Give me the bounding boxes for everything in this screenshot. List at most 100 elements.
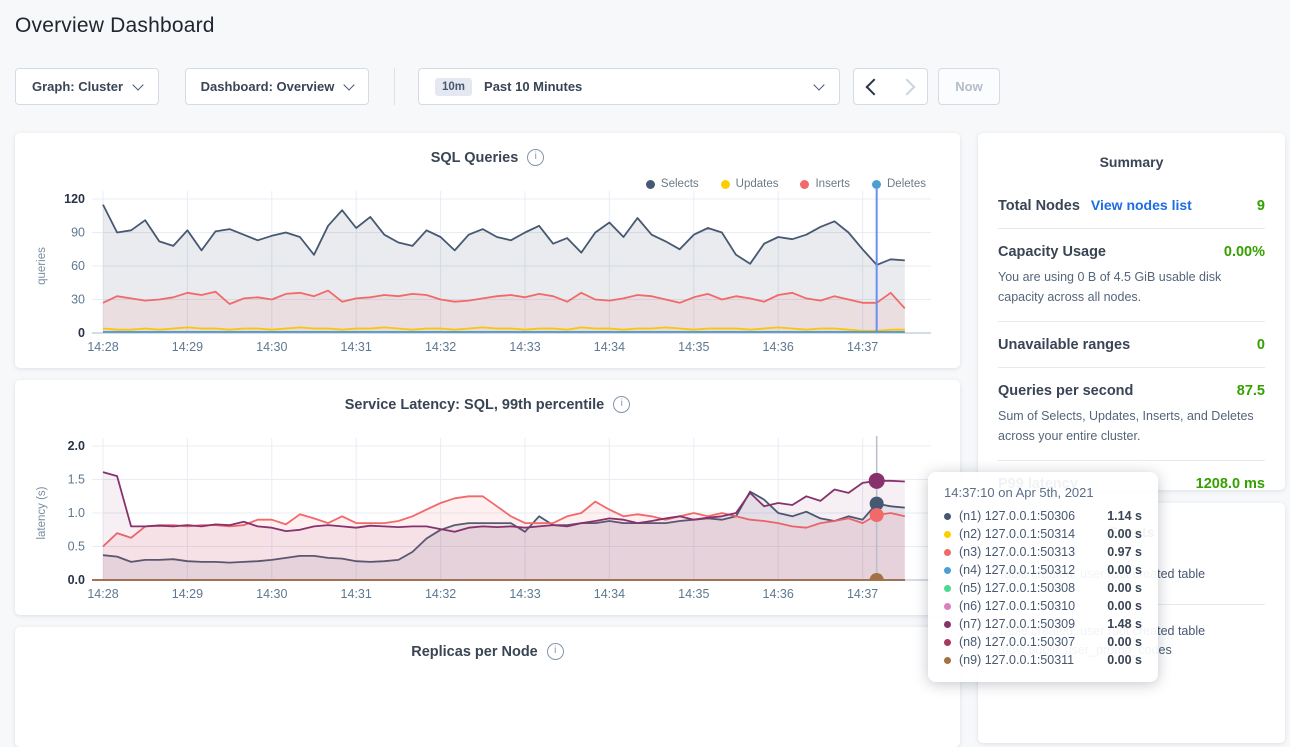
time-range-selector[interactable]: 10m Past 10 Minutes — [418, 68, 840, 105]
svg-text:2.0: 2.0 — [68, 439, 85, 453]
service-latency-title: Service Latency: SQL, 99th percentile i — [15, 396, 960, 413]
page-title: Overview Dashboard — [15, 14, 215, 38]
summary-row-unavailable-ranges: Unavailable ranges 0 — [998, 321, 1265, 367]
tooltip-node-label: (n3) 127.0.0.1:50313 — [959, 545, 1099, 559]
summary-card: Summary Total Nodes View nodes list 9 Ca… — [978, 133, 1285, 490]
svg-text:14:28: 14:28 — [87, 587, 118, 601]
tooltip-timestamp: 14:37:10 on Apr 5th, 2021 — [944, 485, 1142, 500]
sql-queries-panel: 030609012014:2814:2914:3014:3114:3214:33… — [15, 133, 960, 368]
info-icon[interactable]: i — [527, 149, 544, 166]
y-axis-title: latency (s) — [36, 486, 48, 539]
summary-value: 0.00% — [1224, 244, 1265, 260]
dashboard-dropdown[interactable]: Dashboard: Overview — [185, 68, 369, 105]
tooltip-node-row: (n7) 127.0.0.1:50309 1.48 s — [944, 615, 1142, 633]
summary-value: 87.5 — [1237, 383, 1265, 399]
time-next-button[interactable] — [890, 68, 928, 105]
tooltip-node-label: (n9) 127.0.0.1:50311 — [959, 653, 1099, 667]
svg-text:1.0: 1.0 — [68, 506, 85, 520]
svg-text:14:36: 14:36 — [763, 340, 794, 354]
legend-color-dot — [646, 180, 655, 189]
tooltip-node-row: (n5) 127.0.0.1:50308 0.00 s — [944, 579, 1142, 597]
tooltip-node-row: (n3) 127.0.0.1:50313 0.97 s — [944, 543, 1142, 561]
summary-value: 9 — [1257, 198, 1265, 214]
info-icon[interactable]: i — [547, 643, 564, 660]
y-axis-title: queries — [36, 247, 48, 285]
svg-text:14:28: 14:28 — [87, 340, 118, 354]
tooltip-node-label: (n7) 127.0.0.1:50309 — [959, 617, 1099, 631]
svg-text:14:35: 14:35 — [678, 587, 709, 601]
tooltip-node-label: (n4) 127.0.0.1:50312 — [959, 563, 1099, 577]
summary-label: Queries per second — [998, 383, 1133, 399]
toolbar-divider — [394, 68, 395, 105]
svg-text:0: 0 — [78, 326, 85, 340]
sql-queries-chart[interactable]: 030609012014:2814:2914:3014:3114:3214:33… — [15, 133, 960, 368]
svg-text:14:37: 14:37 — [847, 587, 878, 601]
tooltip-node-row: (n8) 127.0.0.1:503070.00 s — [944, 633, 1142, 651]
chart-title-text: SQL Queries — [431, 150, 519, 166]
legend-color-dot — [721, 180, 730, 189]
tooltip-node-value: 0.00 s — [1107, 581, 1142, 595]
service-latency-chart[interactable]: 0.00.51.01.52.014:2814:2914:3014:3114:32… — [15, 380, 960, 615]
sql-queries-legend: Selects Updates Inserts Deletes — [646, 178, 926, 190]
replicas-per-node-title: Replicas per Node i — [15, 643, 960, 660]
svg-text:14:36: 14:36 — [763, 587, 794, 601]
legend-item-deletes[interactable]: Deletes — [872, 178, 926, 190]
summary-title: Summary — [978, 133, 1285, 170]
hover-point-dot — [869, 473, 885, 489]
summary-description: You are using 0 B of 4.5 GiB usable disk… — [998, 267, 1265, 307]
tooltip-node-value: 1.14 s — [1107, 509, 1142, 523]
svg-text:14:35: 14:35 — [678, 340, 709, 354]
legend-item-inserts[interactable]: Inserts — [800, 178, 850, 190]
svg-text:14:34: 14:34 — [594, 587, 625, 601]
svg-text:60: 60 — [71, 259, 85, 273]
time-prev-button[interactable] — [853, 68, 891, 105]
svg-text:14:29: 14:29 — [172, 340, 203, 354]
chevron-down-icon — [132, 79, 143, 90]
info-icon[interactable]: i — [613, 396, 630, 413]
tooltip-node-value: 1.48 s — [1107, 617, 1142, 631]
chevron-left-icon — [866, 78, 883, 95]
svg-text:14:30: 14:30 — [256, 587, 287, 601]
legend-item-selects[interactable]: Selects — [646, 178, 699, 190]
graph-dropdown[interactable]: Graph: Cluster — [15, 68, 159, 105]
summary-value: 1208.0 ms — [1196, 476, 1265, 492]
summary-row-capacity-usage: Capacity Usage 0.00% You are using 0 B o… — [998, 228, 1265, 321]
svg-text:14:37: 14:37 — [847, 340, 878, 354]
tooltip-node-value: 0.00 s — [1107, 527, 1142, 541]
hover-point-dot — [870, 573, 884, 587]
now-button[interactable]: Now — [938, 68, 1000, 105]
svg-text:14:31: 14:31 — [341, 587, 372, 601]
tooltip-node-label: (n5) 127.0.0.1:50308 — [959, 581, 1099, 595]
series-color-dot — [944, 639, 951, 646]
series-color-dot — [944, 567, 951, 574]
summary-description: Sum of Selects, Updates, Inserts, and De… — [998, 406, 1265, 446]
summary-row-total-nodes: Total Nodes View nodes list 9 — [998, 182, 1265, 228]
chevron-right-icon — [898, 78, 915, 95]
view-nodes-list-link[interactable]: View nodes list — [1091, 197, 1192, 213]
hover-point-dot — [870, 508, 884, 522]
svg-text:1.5: 1.5 — [68, 473, 85, 487]
summary-row-queries-per-second: Queries per second 87.5 Sum of Selects, … — [998, 367, 1265, 460]
series-color-dot — [944, 621, 951, 628]
svg-text:14:29: 14:29 — [172, 587, 203, 601]
series-color-dot — [944, 513, 951, 520]
summary-label: Unavailable ranges — [998, 337, 1130, 353]
tooltip-node-label: (n6) 127.0.0.1:50310 — [959, 599, 1099, 613]
svg-text:14:33: 14:33 — [509, 340, 540, 354]
svg-text:0.0: 0.0 — [68, 573, 85, 587]
dashboard-dropdown-label: Dashboard: Overview — [201, 79, 335, 94]
svg-text:14:31: 14:31 — [341, 340, 372, 354]
tooltip-node-label: (n1) 127.0.0.1:50306 — [959, 509, 1099, 523]
legend-item-updates[interactable]: Updates — [721, 178, 779, 190]
svg-text:90: 90 — [71, 226, 85, 240]
summary-value: 0 — [1257, 337, 1265, 353]
summary-label: Total Nodes — [998, 198, 1080, 214]
svg-text:120: 120 — [64, 192, 85, 206]
tooltip-node-value: 0.97 s — [1107, 545, 1142, 559]
series-color-dot — [944, 585, 951, 592]
chart-title-text: Replicas per Node — [411, 644, 538, 660]
chevron-down-icon — [813, 79, 824, 90]
legend-label: Selects — [661, 178, 699, 190]
svg-text:14:34: 14:34 — [594, 340, 625, 354]
legend-label: Updates — [736, 178, 779, 190]
